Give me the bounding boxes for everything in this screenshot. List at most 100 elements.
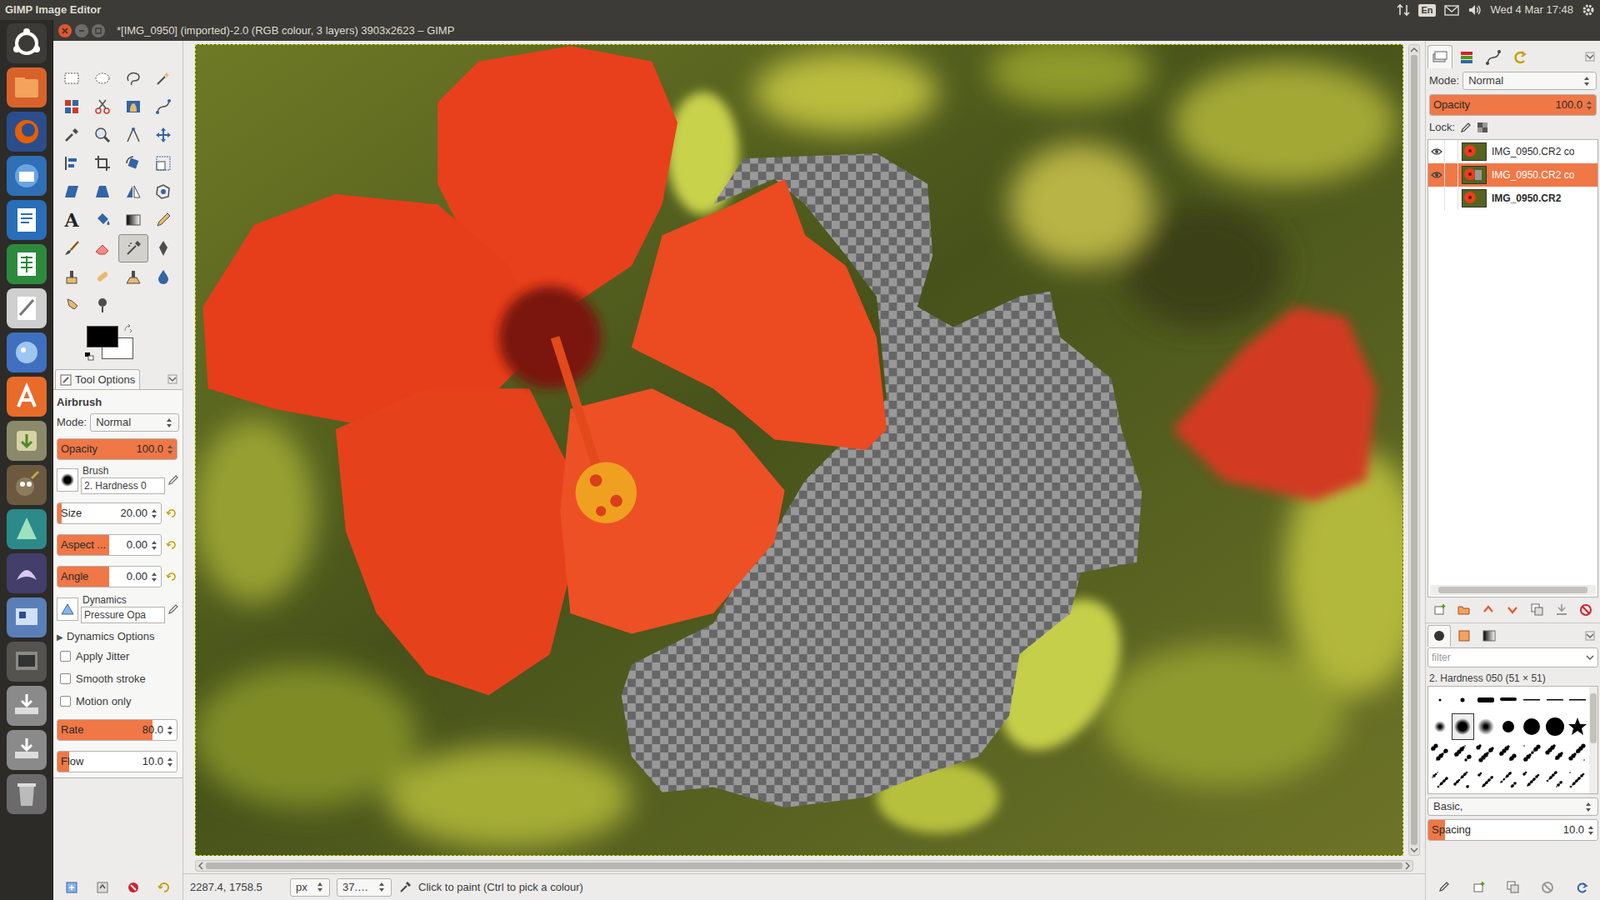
layer-name[interactable]: IMG_0950.CR2 co: [1491, 144, 1575, 160]
dock-tab[interactable]: [1454, 45, 1480, 69]
tool-button[interactable]: [118, 234, 149, 263]
image-canvas[interactable]: [195, 44, 1404, 856]
clock[interactable]: Wed 4 Mar 17:48: [1490, 1, 1574, 19]
dock-tab[interactable]: [1427, 625, 1451, 647]
layer-button[interactable]: [1528, 600, 1547, 620]
tool-button[interactable]: [87, 92, 118, 121]
maximize-button[interactable]: [91, 24, 105, 38]
tool-button[interactable]: [148, 120, 179, 150]
options-button[interactable]: [92, 877, 113, 898]
launcher-item[interactable]: [6, 509, 47, 550]
brush-scrollbar[interactable]: [1589, 686, 1598, 794]
launcher-item[interactable]: [6, 244, 47, 285]
scroll-thumb[interactable]: [1410, 55, 1418, 845]
tool-button[interactable]: [56, 262, 87, 291]
tool-button[interactable]: [148, 92, 179, 121]
tool-button[interactable]: [56, 149, 87, 178]
options-button[interactable]: [154, 877, 175, 898]
launcher-item[interactable]: [6, 111, 47, 152]
brush-cell[interactable]: [1543, 766, 1567, 794]
layers-scrollbar[interactable]: [1430, 585, 1596, 595]
layer-name[interactable]: IMG_0950.CR2: [1491, 190, 1561, 206]
brush-cell[interactable]: [1497, 740, 1521, 767]
tool-button[interactable]: [56, 234, 87, 263]
launcher-item[interactable]: [6, 641, 47, 682]
layer-row[interactable]: IMG_0950.CR2 co: [1428, 140, 1598, 164]
brush-field[interactable]: 2. Hardness 0: [80, 477, 165, 495]
tool-button[interactable]: [56, 64, 87, 93]
brush-button[interactable]: [1504, 878, 1523, 897]
launcher-item[interactable]: [6, 730, 47, 770]
brush-cell[interactable]: [1520, 686, 1544, 714]
brush-cell[interactable]: [1451, 686, 1475, 714]
launcher-item[interactable]: [6, 376, 47, 417]
keyboard-indicator[interactable]: En: [1418, 4, 1435, 17]
options-button[interactable]: [123, 877, 144, 898]
vertical-scrollbar[interactable]: [1408, 44, 1420, 856]
layer-row[interactable]: IMG_0950.CR2 co: [1428, 163, 1598, 187]
tool-button[interactable]: [56, 92, 87, 121]
layer-button[interactable]: [1552, 600, 1571, 620]
filter-input[interactable]: [1431, 650, 1586, 665]
tool-button[interactable]: [87, 262, 118, 291]
tool-button[interactable]: [56, 120, 87, 150]
close-button[interactable]: [58, 24, 72, 38]
launcher-item[interactable]: [6, 67, 47, 108]
tool-button[interactable]: [148, 205, 179, 235]
tool-button[interactable]: [118, 92, 149, 121]
spin-scale[interactable]: Rate80.0: [56, 719, 178, 741]
launcher-item[interactable]: [6, 420, 47, 461]
layer-name[interactable]: IMG_0950.CR2 co: [1491, 167, 1575, 183]
tool-options-tab[interactable]: Tool Options: [55, 369, 140, 390]
tool-button[interactable]: [118, 149, 149, 178]
brush-cell[interactable]: [1474, 686, 1498, 714]
scroll-thumb[interactable]: [1438, 586, 1588, 594]
tool-button[interactable]: [118, 64, 149, 93]
brush-button[interactable]: [1572, 878, 1591, 897]
launcher-item[interactable]: [6, 155, 47, 196]
dock-tab[interactable]: [1507, 45, 1533, 69]
spin-scale[interactable]: Flow10.0: [56, 750, 178, 773]
brush-cell[interactable]: [1474, 740, 1498, 767]
brush-cell[interactable]: [1428, 713, 1452, 740]
tool-button[interactable]: [87, 64, 118, 93]
brush-cell[interactable]: [1428, 740, 1452, 767]
brush-cell[interactable]: [1428, 766, 1452, 794]
tool-button[interactable]: [87, 149, 118, 178]
brush-cell[interactable]: [1497, 713, 1521, 740]
tool-button[interactable]: A: [56, 205, 87, 235]
tool-button[interactable]: [148, 262, 179, 291]
tool-button[interactable]: [56, 177, 87, 206]
brush-cell[interactable]: [1520, 740, 1544, 767]
brush-cell[interactable]: [1565, 686, 1590, 714]
visibility-toggle[interactable]: [1428, 140, 1445, 164]
foreground-color[interactable]: [86, 325, 119, 348]
tool-button[interactable]: [148, 177, 179, 206]
tool-button[interactable]: [148, 149, 179, 178]
zoom-dropdown[interactable]: 37.2 %: [336, 878, 392, 897]
brush-cell[interactable]: [1543, 686, 1567, 714]
chain-toggle[interactable]: [1445, 163, 1459, 187]
tag-dropdown[interactable]: Basic,: [1427, 797, 1599, 816]
tool-button[interactable]: [118, 120, 149, 150]
launcher-item[interactable]: [6, 200, 47, 240]
chain-toggle[interactable]: [1445, 186, 1459, 210]
layer-mode-dropdown[interactable]: Normal: [1462, 71, 1597, 90]
tool-button[interactable]: [87, 120, 118, 150]
brush-cell[interactable]: [1474, 713, 1498, 740]
brush-cell[interactable]: [1451, 713, 1475, 740]
launcher-item[interactable]: [6, 332, 47, 373]
spin-scale[interactable]: Angle0.00: [56, 565, 162, 588]
launcher-item[interactable]: [6, 23, 47, 64]
dock-tab[interactable]: [1452, 625, 1476, 647]
brush-button[interactable]: [1538, 878, 1557, 897]
unit-dropdown[interactable]: px: [290, 878, 330, 897]
brush-cell[interactable]: [1543, 740, 1567, 767]
checkbox-row[interactable]: Motion only: [56, 690, 180, 713]
brush-preview[interactable]: [56, 468, 79, 492]
tool-button[interactable]: [148, 64, 179, 93]
chain-toggle[interactable]: [1445, 140, 1459, 164]
launcher-item[interactable]: [6, 597, 47, 638]
checkbox[interactable]: [60, 695, 71, 707]
layer-button[interactable]: [1430, 600, 1450, 620]
